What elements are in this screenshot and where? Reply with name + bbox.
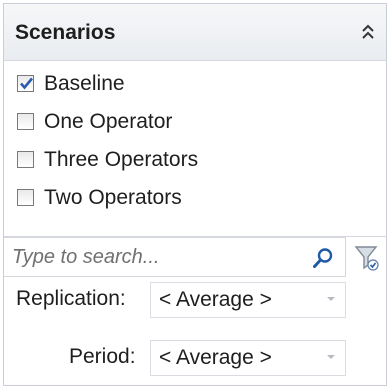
scenario-label: Two Operators: [44, 186, 182, 209]
two-operators-checkbox[interactable]: [17, 189, 34, 206]
checkmark-icon: [20, 77, 33, 90]
filter-icon: [354, 246, 379, 271]
search-icon[interactable]: [312, 247, 334, 269]
three-operators-checkbox[interactable]: [17, 151, 34, 168]
collapse-button[interactable]: [358, 23, 378, 41]
period-row: Period: < Average >: [4, 336, 386, 378]
scenario-label: One Operator: [44, 110, 173, 133]
scenario-item-one-operator[interactable]: One Operator: [4, 104, 386, 142]
panel-title: Scenarios: [15, 21, 116, 44]
one-operator-checkbox[interactable]: [17, 113, 34, 130]
replication-label: Replication:: [16, 287, 126, 310]
search-placeholder: Type to search...: [12, 246, 160, 268]
scenario-item-three-operators[interactable]: Three Operators: [4, 142, 386, 180]
replication-select[interactable]: < Average >: [150, 282, 346, 318]
scenarios-panel: Scenarios Baseline One Operator Three Op…: [3, 3, 387, 386]
dropdown-arrow-icon: [327, 355, 335, 359]
scenario-item-baseline[interactable]: Baseline: [4, 66, 386, 104]
dropdown-arrow-icon: [327, 297, 335, 301]
scenario-label: Three Operators: [44, 148, 199, 171]
period-select[interactable]: < Average >: [150, 340, 346, 376]
period-value: < Average >: [159, 346, 272, 369]
panel-header: Scenarios: [4, 4, 386, 61]
period-label: Period:: [69, 345, 136, 368]
filter-button[interactable]: [350, 241, 382, 273]
replication-row: Replication: < Average >: [4, 278, 386, 320]
baseline-checkbox[interactable]: [17, 75, 34, 92]
search-row: Type to search...: [4, 236, 386, 277]
scenario-label: Baseline: [44, 72, 125, 95]
search-input[interactable]: Type to search...: [4, 237, 346, 277]
replication-value: < Average >: [159, 288, 272, 311]
scenario-item-two-operators[interactable]: Two Operators: [4, 180, 386, 218]
double-chevron-up-icon: [362, 24, 374, 39]
